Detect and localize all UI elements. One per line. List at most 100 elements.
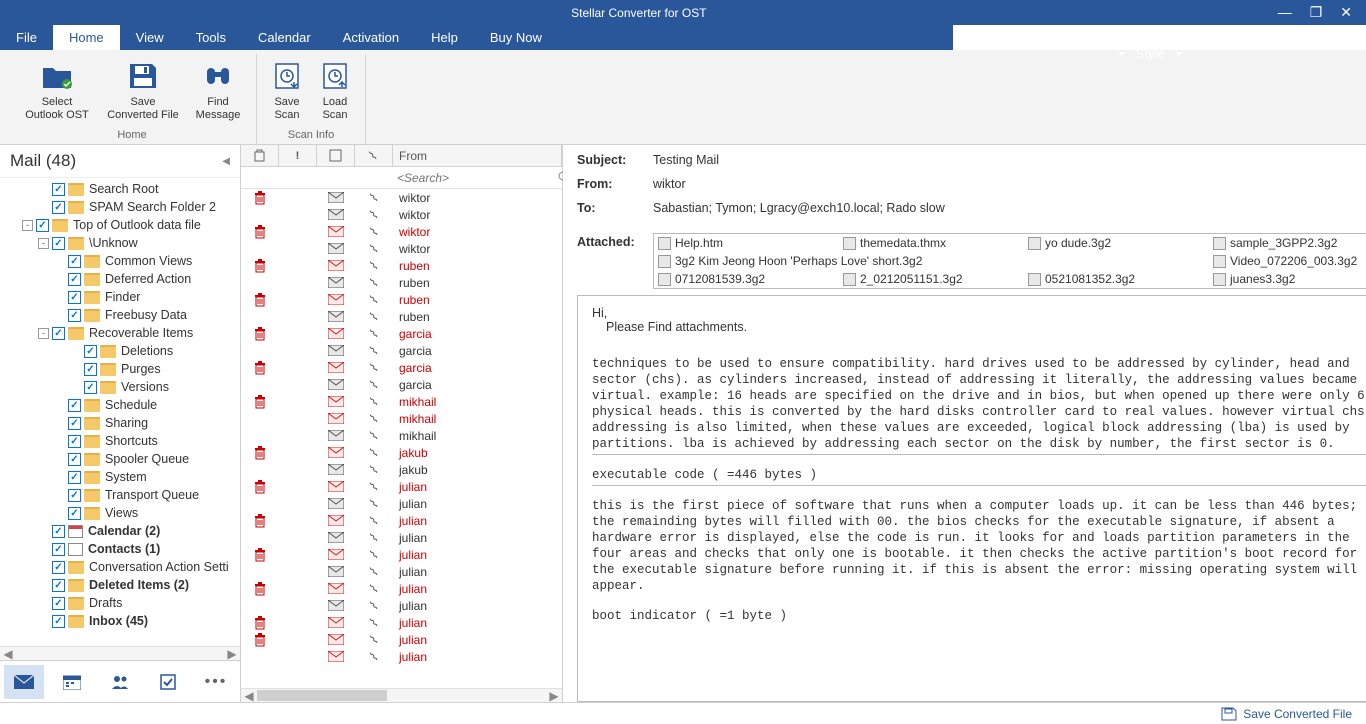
- attachment-item[interactable]: 2_0212051151.3g2: [839, 270, 1024, 288]
- message-row[interactable]: ⌇wiktor: [241, 223, 562, 240]
- close-button[interactable]: ✕: [1340, 4, 1352, 21]
- checkbox[interactable]: [68, 273, 81, 286]
- checkbox[interactable]: [68, 255, 81, 268]
- load-scan-button[interactable]: LoadScan: [311, 54, 359, 126]
- delete-icon[interactable]: [241, 361, 279, 375]
- checkbox[interactable]: [52, 561, 65, 574]
- save-scan-button[interactable]: SaveScan: [263, 54, 311, 126]
- tree-item[interactable]: Inbox (45): [0, 612, 240, 630]
- message-hscrollbar[interactable]: ◀▶: [241, 688, 562, 702]
- select-outlook-ost-button[interactable]: SelectOutlook OST: [14, 54, 100, 126]
- nav-tasks-icon[interactable]: [148, 665, 188, 699]
- message-row[interactable]: ⌇julian: [241, 478, 562, 495]
- delete-icon[interactable]: [241, 259, 279, 273]
- delete-icon[interactable]: [241, 480, 279, 494]
- message-row[interactable]: ⌇julian: [241, 580, 562, 597]
- tree-item[interactable]: Conversation Action Setti: [0, 558, 240, 576]
- nav-more-icon[interactable]: •••: [196, 665, 236, 699]
- message-row[interactable]: ⌇julian: [241, 546, 562, 563]
- checkbox[interactable]: [68, 471, 81, 484]
- message-row[interactable]: ⌇ruben: [241, 257, 562, 274]
- find-message-button[interactable]: FindMessage: [186, 54, 250, 126]
- tree-item[interactable]: Contacts (1): [0, 540, 240, 558]
- message-row[interactable]: ⌇wiktor: [241, 206, 562, 223]
- save-converted-file-button[interactable]: SaveConverted File: [100, 54, 186, 126]
- tree-item[interactable]: Calendar (2): [0, 522, 240, 540]
- checkbox[interactable]: [68, 417, 81, 430]
- minimize-button[interactable]: —: [1278, 4, 1292, 21]
- message-row[interactable]: ⌇jakub: [241, 444, 562, 461]
- menu-tab-view[interactable]: View: [120, 25, 180, 50]
- checkbox[interactable]: [68, 507, 81, 520]
- checkbox[interactable]: [52, 327, 65, 340]
- checkbox[interactable]: [52, 237, 65, 250]
- delete-icon[interactable]: [241, 293, 279, 307]
- attachment-item[interactable]: 0518082016.3g2: [654, 288, 839, 289]
- message-row[interactable]: ⌇ruben: [241, 291, 562, 308]
- attachment-item[interactable]: themedata.thmx: [839, 234, 1024, 252]
- message-row[interactable]: ⌇mikhail: [241, 393, 562, 410]
- checkbox[interactable]: [68, 435, 81, 448]
- search-input[interactable]: [397, 171, 554, 185]
- tree-item[interactable]: Shortcuts: [0, 432, 240, 450]
- tree-item[interactable]: -\Unknow: [0, 234, 240, 252]
- message-list[interactable]: ⌇wiktor⌇wiktor⌇wiktor⌇wiktor⌇ruben⌇ruben…: [241, 189, 562, 688]
- tree-item[interactable]: Sharing: [0, 414, 240, 432]
- message-row[interactable]: ⌇ruben: [241, 308, 562, 325]
- col-read-icon[interactable]: [317, 145, 355, 166]
- delete-icon[interactable]: [241, 548, 279, 562]
- checkbox[interactable]: [68, 309, 81, 322]
- message-row[interactable]: ⌇mikhail: [241, 427, 562, 444]
- tree-item[interactable]: Views: [0, 504, 240, 522]
- message-row[interactable]: ⌇ruben: [241, 274, 562, 291]
- menu-tab-tools[interactable]: Tools: [180, 25, 242, 50]
- restore-button[interactable]: ❐: [1310, 4, 1323, 21]
- tree-item[interactable]: Freebusy Data: [0, 306, 240, 324]
- col-delete-icon[interactable]: [241, 145, 279, 166]
- checkbox[interactable]: [68, 489, 81, 502]
- tree-item[interactable]: SPAM Search Folder 2: [0, 198, 240, 216]
- delete-icon[interactable]: [241, 514, 279, 528]
- save-converted-file-link[interactable]: Save Converted File: [1221, 707, 1352, 721]
- attachment-item[interactable]: juanes3.3g2: [1209, 270, 1366, 288]
- tree-item[interactable]: Purges: [0, 360, 240, 378]
- delete-icon[interactable]: [241, 191, 279, 205]
- attachment-item[interactable]: sample_3GPP2.3g2: [1209, 234, 1366, 252]
- tree-item[interactable]: Common Views: [0, 252, 240, 270]
- message-row[interactable]: ⌇julian: [241, 631, 562, 648]
- delete-icon[interactable]: [241, 633, 279, 647]
- col-importance-icon[interactable]: !: [279, 145, 317, 166]
- message-row[interactable]: ⌇julian: [241, 512, 562, 529]
- attachment-item[interactable]: 3g2 Kim Jeong Hoon 'Perhaps Love' short.…: [654, 252, 1024, 270]
- message-row[interactable]: ⌇julian: [241, 614, 562, 631]
- delete-icon[interactable]: [241, 327, 279, 341]
- checkbox[interactable]: [68, 399, 81, 412]
- menu-tab-home[interactable]: Home: [53, 25, 120, 50]
- message-row[interactable]: ⌇wiktor: [241, 240, 562, 257]
- message-row[interactable]: ⌇julian: [241, 597, 562, 614]
- message-row[interactable]: ⌇garcia: [241, 376, 562, 393]
- tree-item[interactable]: Deleted Items (2): [0, 576, 240, 594]
- nav-mail-icon[interactable]: [4, 665, 44, 699]
- tree-item[interactable]: -Recoverable Items: [0, 324, 240, 342]
- tree-item[interactable]: Transport Queue: [0, 486, 240, 504]
- attachment-item[interactable]: 0712081539.3g2: [654, 270, 839, 288]
- checkbox[interactable]: [84, 381, 97, 394]
- message-row[interactable]: ⌇julian: [241, 563, 562, 580]
- delete-icon[interactable]: [241, 582, 279, 596]
- tree-item[interactable]: Versions: [0, 378, 240, 396]
- attachment-item[interactable]: Video_072206_003.3g2: [1209, 252, 1366, 270]
- delete-icon[interactable]: [241, 395, 279, 409]
- checkbox[interactable]: [52, 597, 65, 610]
- menu-tab-help[interactable]: Help: [415, 25, 474, 50]
- menu-tab-calendar[interactable]: Calendar: [242, 25, 327, 50]
- expand-toggle[interactable]: -: [22, 220, 33, 231]
- message-row[interactable]: ⌇mikhail: [241, 410, 562, 427]
- message-row[interactable]: ⌇garcia: [241, 359, 562, 376]
- tree-item[interactable]: Deferred Action: [0, 270, 240, 288]
- checkbox[interactable]: [84, 345, 97, 358]
- message-row[interactable]: ⌇garcia: [241, 325, 562, 342]
- nav-people-icon[interactable]: [100, 665, 140, 699]
- message-row[interactable]: ⌇julian: [241, 529, 562, 546]
- tree-item[interactable]: System: [0, 468, 240, 486]
